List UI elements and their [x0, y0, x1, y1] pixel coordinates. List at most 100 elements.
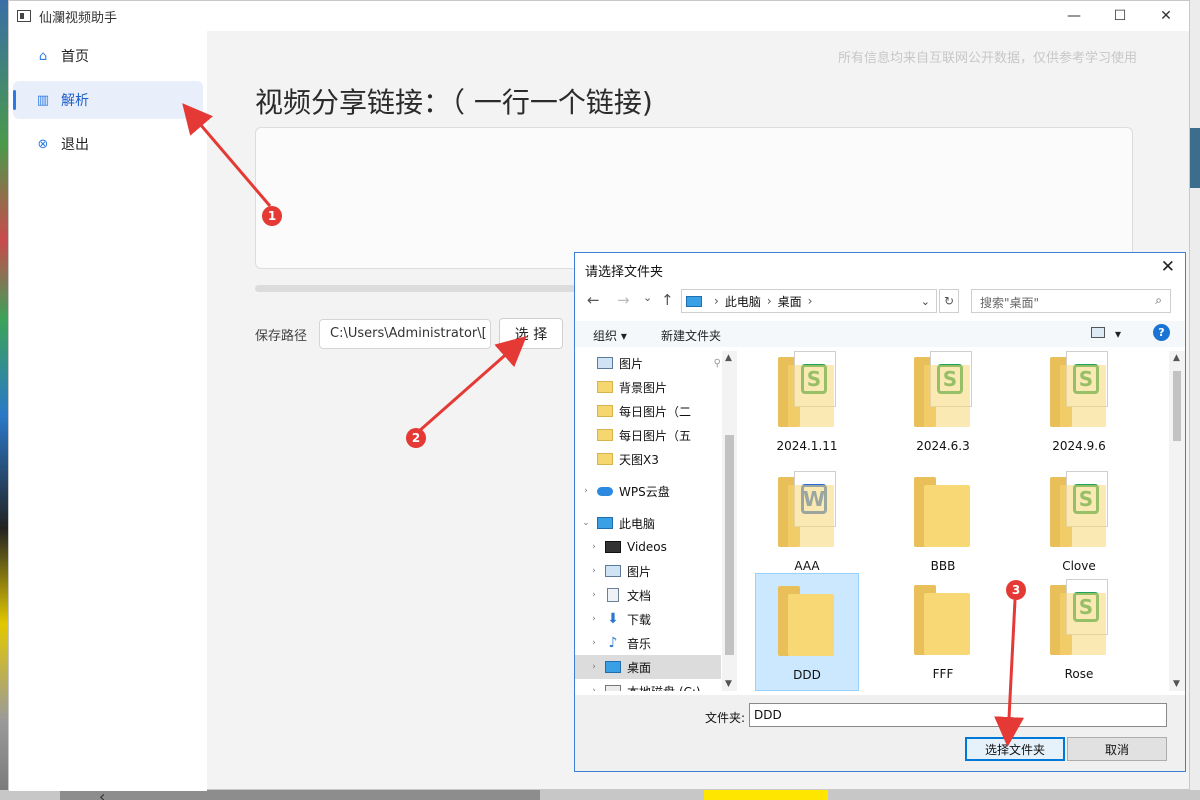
breadcrumb-current[interactable]: 桌面: [778, 293, 802, 310]
video-links-textarea[interactable]: [255, 127, 1133, 269]
tree-item-folder[interactable]: 背景图片: [575, 375, 721, 399]
scroll-up-icon[interactable]: ▲: [1173, 353, 1180, 363]
tree-item-downloads[interactable]: › ⬇ 下载: [575, 607, 721, 631]
folder-item[interactable]: S Clove: [1027, 465, 1131, 583]
pin-icon: ⚲: [713, 357, 721, 369]
computer-icon: [686, 295, 702, 307]
folder-name: 2024.1.11: [776, 439, 838, 453]
folder-item[interactable]: BBB: [891, 465, 995, 583]
view-options-icon[interactable]: [1091, 327, 1105, 338]
navigation-tree: 图片 ⚲ 背景图片 每日图片（二 每日图片（五 天图X3 › WPS云盘 ⌄ 此…: [575, 351, 737, 691]
chevron-right-icon[interactable]: ›: [589, 638, 599, 648]
chevron-right-icon[interactable]: ›: [589, 662, 599, 672]
folder-name: Rose: [1064, 667, 1094, 681]
folder-icon: [597, 381, 613, 393]
folder-name-input[interactable]: DDD: [749, 703, 1167, 727]
select-folder-button[interactable]: 选择文件夹: [965, 737, 1065, 761]
choose-folder-button[interactable]: 选 择: [499, 318, 563, 349]
folder-item[interactable]: W AAA: [755, 465, 859, 583]
back-arrow-icon[interactable]: ←: [587, 291, 600, 309]
wps-folder-icon: S: [1050, 471, 1108, 547]
chevron-right-icon[interactable]: ›: [581, 486, 591, 496]
dialog-close-button[interactable]: ✕: [1161, 257, 1175, 277]
close-window-button[interactable]: ✕: [1143, 1, 1189, 31]
tree-item-pictures-pinned[interactable]: 图片 ⚲: [575, 351, 721, 375]
recent-locations-icon[interactable]: ⌄: [643, 291, 652, 304]
close-circle-icon: ⊗: [37, 136, 49, 152]
wps-folder-icon: S: [1050, 579, 1108, 655]
search-input[interactable]: 搜索"桌面" ⌕: [971, 289, 1171, 313]
maximize-button[interactable]: ☐: [1097, 1, 1143, 31]
tree-scrollbar[interactable]: ▲ ▼: [722, 351, 737, 691]
scroll-up-icon[interactable]: ▲: [725, 353, 732, 363]
chevron-down-icon[interactable]: ⌄: [921, 295, 930, 308]
tree-item-folder[interactable]: 天图X3: [575, 447, 721, 471]
tree-scrollbar-thumb[interactable]: [725, 435, 734, 655]
folder-item[interactable]: S 2024.9.6: [1027, 351, 1131, 463]
disclaimer-text: 所有信息均来自互联网公开数据，仅供参考学习使用: [837, 51, 1137, 66]
folder-item[interactable]: S 2024.1.11: [755, 351, 859, 463]
cloud-icon: [597, 486, 613, 496]
forward-arrow-icon[interactable]: →: [617, 291, 630, 309]
folder-item[interactable]: S 2024.6.3: [891, 351, 995, 463]
tree-item-local-disk[interactable]: › 本地磁盘 (C:): [575, 679, 721, 691]
folder-icon: [597, 453, 613, 465]
tree-item-pictures[interactable]: › 图片: [575, 559, 721, 583]
folder-name: DDD: [793, 668, 821, 682]
app-title: 仙瀾视频助手: [39, 10, 118, 26]
save-path-input[interactable]: C:\Users\Administrator\[: [319, 319, 491, 349]
bank-icon: ⌂: [38, 48, 48, 64]
refresh-button[interactable]: ↻: [939, 289, 959, 313]
tree-item-desktop[interactable]: › 桌面: [575, 655, 721, 679]
folder-name: 2024.6.3: [916, 439, 970, 453]
tree-item-wps-cloud[interactable]: › WPS云盘: [575, 479, 721, 503]
folder-item-selected[interactable]: DDD: [755, 573, 859, 691]
scroll-down-icon[interactable]: ▼: [725, 679, 732, 689]
sidebar-item-home[interactable]: ⌂ 首页: [13, 37, 203, 75]
tree-item-folder[interactable]: 每日图片（二: [575, 399, 721, 423]
tree-item-music[interactable]: › ♪ 音乐: [575, 631, 721, 655]
tree-item-label: 此电脑: [619, 516, 656, 531]
cancel-button[interactable]: 取消: [1067, 737, 1167, 761]
tree-item-videos[interactable]: › Videos: [575, 535, 721, 559]
tree-item-label: 每日图片（五: [619, 428, 692, 443]
minimize-button[interactable]: —: [1051, 1, 1097, 31]
folder-item[interactable]: FFF: [891, 573, 995, 691]
new-folder-button[interactable]: 新建文件夹: [661, 327, 721, 344]
tree-item-this-pc[interactable]: ⌄ 此电脑: [575, 511, 721, 535]
desktop-taskbar-strip: [0, 790, 1200, 800]
folder-item[interactable]: S Rose: [1027, 573, 1131, 691]
chevron-right-icon[interactable]: ›: [589, 590, 599, 600]
word-folder-icon: W: [778, 471, 836, 547]
dialog-title: 请选择文件夹: [585, 265, 664, 280]
chevron-right-icon[interactable]: ›: [589, 614, 599, 624]
sidebar-item-parse[interactable]: ▥ 解析: [13, 81, 203, 119]
folder-icon: [597, 429, 613, 441]
chevron-down-icon[interactable]: ⌄: [581, 518, 591, 528]
video-icon: [605, 541, 621, 553]
file-list-scrollbar-thumb[interactable]: [1173, 371, 1181, 441]
tree-item-label: Videos: [627, 540, 667, 554]
view-dropdown-icon[interactable]: ▾: [1115, 327, 1121, 341]
dialog-toolbar: 组织 ▾ 新建文件夹 ▾ ?: [575, 321, 1185, 347]
desktop-icon: [605, 661, 621, 673]
file-list-scrollbar[interactable]: ▲ ▼: [1169, 351, 1185, 691]
sidebar-item-label: 退出: [61, 137, 89, 153]
organize-menu[interactable]: 组织 ▾: [593, 327, 627, 344]
folder-label: 文件夹:: [705, 711, 746, 725]
scroll-down-icon[interactable]: ▼: [1173, 679, 1180, 689]
chevron-right-icon[interactable]: ›: [589, 566, 599, 576]
save-path-label: 保存路径: [255, 329, 308, 344]
breadcrumb-root[interactable]: 此电脑: [725, 293, 761, 310]
collapse-sidebar-button[interactable]: ‹: [99, 787, 105, 800]
address-bar[interactable]: › 此电脑 › 桌面 › ⌄: [681, 289, 937, 313]
annotation-marker-3: 3: [1006, 580, 1026, 600]
tree-item-folder[interactable]: 每日图片（五: [575, 423, 721, 447]
sidebar-item-exit[interactable]: ⊗ 退出: [13, 125, 203, 163]
up-arrow-icon[interactable]: ↑: [661, 291, 674, 309]
tree-item-documents[interactable]: › 文档: [575, 583, 721, 607]
chevron-right-icon[interactable]: ›: [589, 542, 599, 552]
help-icon[interactable]: ?: [1153, 324, 1170, 341]
chevron-right-icon[interactable]: ›: [589, 686, 599, 691]
app-icon: [17, 10, 31, 22]
